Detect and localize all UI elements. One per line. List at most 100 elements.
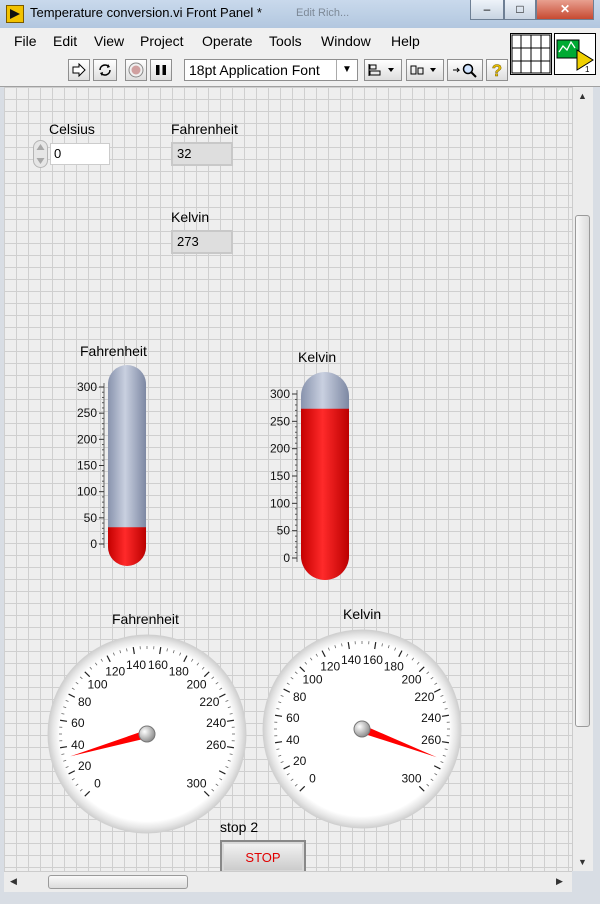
background-window-tab: Edit Rich... [296,4,406,22]
fahrenheit-numeric-indicator: 32 [171,142,233,166]
stop-button-label: stop 2 [220,819,259,835]
fahrenheit-thermometer: 300 250 200 150 100 50 0 [77,365,146,566]
fahrenheit-thermometer-tick-label: 50 [84,511,98,525]
fahrenheit-thermometer-label: Fahrenheit [80,343,147,359]
run-continuously-icon [99,64,111,76]
stop-button[interactable]: STOP [220,840,306,874]
fahrenheit-gauge-tick-label: 100 [87,678,107,692]
kelvin-gauge: 020406080100120 140 160 180200220240260300 [262,629,462,829]
align-objects-icon [368,64,394,76]
pause-icon [156,65,166,75]
scroll-down-arrow-icon[interactable]: ▼ [578,857,587,867]
scroll-left-arrow-icon[interactable]: ◀ [10,876,17,887]
kelvin-gauge-tick-label: 140 [341,653,361,667]
context-help-button[interactable]: ? [486,59,508,81]
window-title-bar: Temperature conversion.vi Front Panel * … [0,0,600,29]
fahrenheit-gauge-tick-label: 80 [78,695,92,709]
fahrenheit-thermometer-tick-label: 150 [77,459,97,473]
run-arrow-icon [72,63,86,77]
chevron-down-icon: ▼ [336,60,357,80]
connector-pane-icon[interactable] [510,33,552,75]
vertical-scroll-thumb[interactable] [575,215,590,727]
pause-button[interactable] [150,59,172,81]
minimize-button[interactable]: – [470,0,504,20]
scroll-right-arrow-icon[interactable]: ▶ [556,876,563,887]
fahrenheit-gauge-tick-label: 0 [94,776,101,790]
connector-grid-icon [511,34,551,74]
kelvin-gauge-tick-label: 100 [302,673,322,687]
abort-stop-icon [128,62,144,78]
stop-button-text: STOP [245,849,281,865]
kelvin-gauge-tick-label: 220 [414,690,434,704]
fahrenheit-gauge: 020406080100120 140 160 180200220240260300 [47,634,247,834]
fahrenheit-thermometer-tick-label: 0 [90,537,97,551]
kelvin-gauge-tick-label: 120 [320,660,340,674]
celsius-increment-decrement[interactable] [33,140,48,168]
menu-help[interactable]: Help [391,33,420,49]
abort-button[interactable] [125,59,147,81]
vi-default-icon: 1 [556,39,594,74]
distribute-objects-button[interactable] [406,59,444,81]
background-window-title: Edit Rich... [296,7,350,19]
horizontal-scrollbar[interactable]: ◀ ▶ [4,871,572,892]
kelvin-thermometer-tick-label: 0 [283,551,290,565]
menu-window[interactable]: Window [321,33,371,49]
celsius-numeric-control[interactable]: 0 [50,143,110,165]
svg-text:?: ? [492,61,502,79]
kelvin-thermometer-tick-label: 200 [270,442,290,456]
fahrenheit-thermometer-tick-label: 250 [77,406,97,420]
menu-edit[interactable]: Edit [53,33,77,49]
fahrenheit-thermometer-tick-label: 100 [77,485,97,499]
distribute-objects-icon [410,65,436,75]
maximize-button[interactable]: □ [504,0,536,20]
align-objects-button[interactable] [364,59,402,81]
menu-project[interactable]: Project [140,33,184,49]
run-button[interactable] [68,59,90,81]
kelvin-gauge-tick-label: 80 [293,690,307,704]
kelvin-gauge-label: Kelvin [343,606,382,622]
run-continuously-button[interactable] [93,59,117,81]
menu-operate[interactable]: Operate [202,33,253,49]
kelvin-numeric-indicator: 273 [171,230,233,254]
celsius-label: Celsius [49,121,95,137]
close-button[interactable]: ✕ [536,0,594,20]
text-settings-value: 18pt Application Font [189,62,320,78]
kelvin-gauge-needle-hub [353,720,371,738]
text-settings-dropdown[interactable]: 18pt Application Font ▼ [184,59,358,81]
fahrenheit-indicator-label: Fahrenheit [171,121,238,137]
magnifier-icon [453,63,477,78]
scroll-up-arrow-icon[interactable]: ▲ [578,91,587,101]
horizontal-scroll-thumb[interactable] [48,875,188,889]
menu-view[interactable]: View [94,33,124,49]
kelvin-gauge-tick-label: 200 [401,673,421,687]
fahrenheit-gauge-tick-label: 40 [71,738,85,752]
fahrenheit-thermometer-tick-label: 300 [77,380,97,394]
kelvin-gauge-tick-label: 20 [293,754,307,768]
kelvin-indicator-label: Kelvin [171,209,210,225]
fahrenheit-gauge-tick-label: 160 [148,658,168,672]
fahrenheit-gauge-tick-label: 260 [206,738,226,752]
fahrenheit-gauge-tick-label: 200 [186,678,206,692]
help-question-icon: ? [492,61,503,79]
labview-vi-icon [6,5,24,23]
fahrenheit-gauge-tick-label: 60 [71,716,85,730]
resize-objects-button[interactable] [447,59,483,81]
kelvin-gauge-tick-label: 40 [286,733,300,747]
fahrenheit-gauge-tick-label: 20 [78,759,92,773]
window-title: Temperature conversion.vi Front Panel * [30,5,262,20]
fahrenheit-gauge-needle-hub [138,725,156,743]
menu-file[interactable]: File [14,33,37,49]
kelvin-thermometer-label: Kelvin [298,349,337,365]
svg-text:1: 1 [585,65,590,74]
fahrenheit-thermometer-tick-label: 200 [77,432,97,446]
vi-icon[interactable]: 1 [554,33,596,75]
fahrenheit-gauge-tick-label: 140 [126,658,146,672]
fahrenheit-gauge-tick-label: 240 [206,716,226,730]
vertical-scrollbar[interactable]: ▲ ▼ [572,87,593,871]
fahrenheit-gauge-label: Fahrenheit [112,611,179,627]
menu-tools[interactable]: Tools [269,33,302,49]
kelvin-thermometer-tick-label: 100 [270,496,290,510]
kelvin-gauge-tick-label: 300 [401,771,421,785]
kelvin-gauge-tick-label: 260 [421,733,441,747]
fahrenheit-gauge-tick-label: 300 [186,776,206,790]
